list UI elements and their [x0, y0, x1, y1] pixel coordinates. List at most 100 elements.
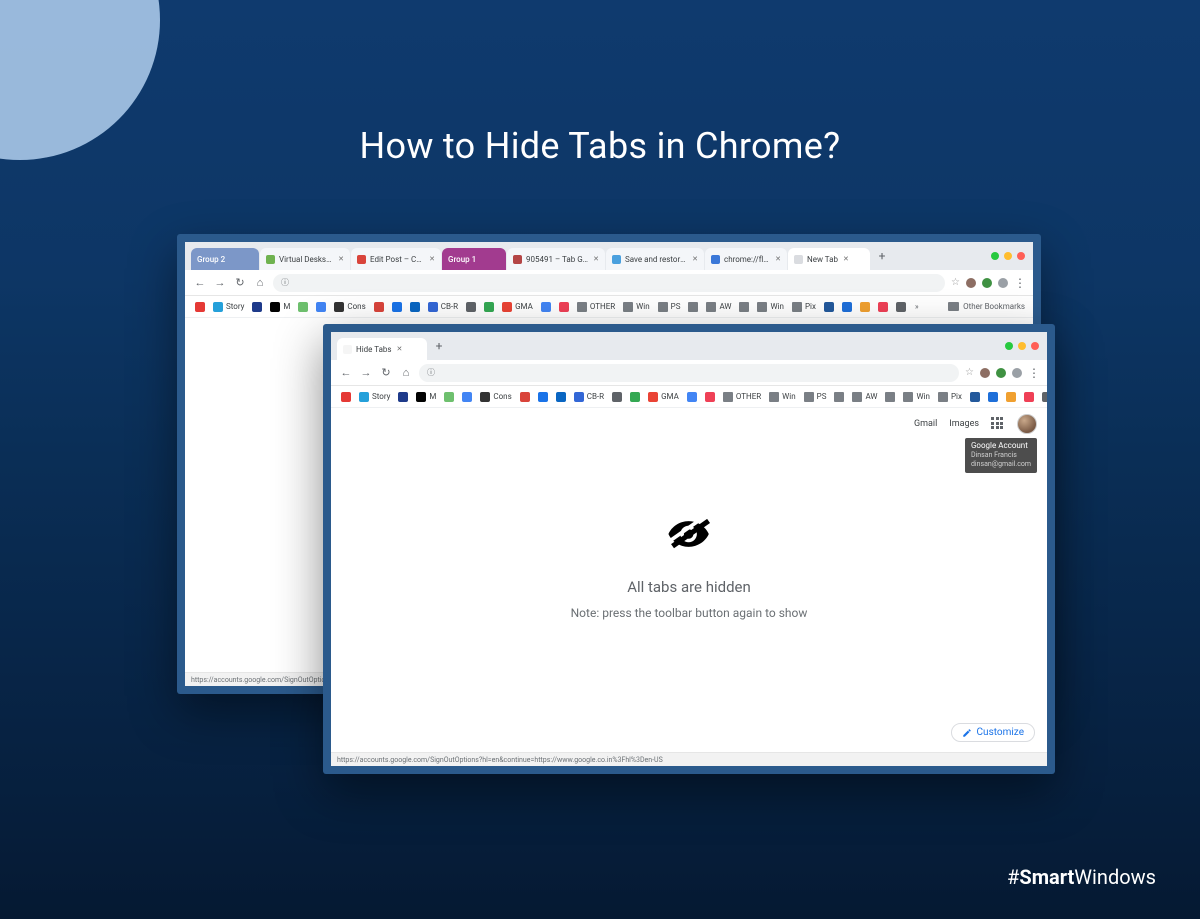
bookmark-item[interactable]: M [268, 302, 292, 312]
bookmark-item[interactable] [536, 392, 550, 402]
omnibox[interactable]: ⓘ [273, 274, 945, 292]
tab-group[interactable]: Group 2 [191, 248, 259, 270]
new-tab-button[interactable] [428, 335, 450, 357]
bookmark-item[interactable]: PS [802, 392, 829, 402]
browser-tab[interactable]: Virtual Desks: Add✕ [260, 248, 350, 270]
bookmark-item[interactable] [822, 302, 836, 312]
close-window-button[interactable] [1017, 252, 1025, 260]
chrome-menu-button[interactable]: ⋮ [1028, 366, 1039, 380]
bookmark-item[interactable] [685, 392, 699, 402]
bookmark-item[interactable] [372, 302, 386, 312]
other-bookmarks-button[interactable]: Other Bookmarks [948, 302, 1025, 311]
images-link[interactable]: Images [949, 419, 979, 429]
bookmark-item[interactable] [539, 302, 553, 312]
bookmark-item[interactable] [737, 302, 751, 312]
bookmark-item[interactable]: M [414, 392, 438, 402]
tab-group[interactable]: Group 1 [442, 248, 506, 270]
bookmark-item[interactable] [876, 302, 890, 312]
bookmark-item[interactable] [339, 392, 353, 402]
minimize-button[interactable] [1004, 252, 1012, 260]
bookmark-star-button[interactable]: ☆ [965, 367, 974, 378]
bookmark-item[interactable]: PS [656, 302, 683, 312]
bookmark-item[interactable]: AW [850, 392, 879, 402]
google-apps-button[interactable] [991, 417, 1005, 431]
close-tab-button[interactable]: ✕ [692, 255, 698, 263]
bookmark-item[interactable]: OTHER [575, 302, 617, 312]
close-window-button[interactable] [1031, 342, 1039, 350]
omnibox[interactable]: ⓘ [419, 364, 959, 382]
bookmark-item[interactable]: Pix [790, 302, 818, 312]
bookmark-item[interactable] [1022, 392, 1036, 402]
bookmark-item[interactable]: CB-R [572, 392, 606, 402]
bookmark-item[interactable] [314, 302, 328, 312]
bookmark-item[interactable] [296, 302, 310, 312]
bookmark-item[interactable] [703, 392, 717, 402]
back-button[interactable]: ← [339, 366, 353, 380]
bookmark-item[interactable] [390, 302, 404, 312]
browser-tab[interactable]: chrome://flags✕ [705, 248, 787, 270]
bookmark-item[interactable] [968, 392, 982, 402]
bookmark-item[interactable]: Win [767, 392, 797, 402]
reload-button[interactable]: ↻ [379, 366, 393, 380]
extension-icon[interactable] [966, 278, 976, 288]
bookmark-item[interactable] [396, 392, 410, 402]
close-tab-button[interactable]: ✕ [593, 255, 599, 263]
bookmark-item[interactable]: CB-R [426, 302, 460, 312]
bookmark-item[interactable]: Story [357, 392, 392, 402]
account-avatar[interactable] [1017, 414, 1037, 434]
extension-icon[interactable] [982, 278, 992, 288]
browser-tab[interactable]: Hide Tabs✕ [337, 338, 427, 360]
bookmark-star-button[interactable]: ☆ [951, 277, 960, 288]
customize-button[interactable]: Customize [951, 723, 1035, 742]
bookmark-item[interactable]: Cons [332, 302, 367, 312]
home-button[interactable]: ⌂ [253, 276, 267, 290]
extension-icon[interactable] [996, 368, 1006, 378]
bookmark-item[interactable] [482, 302, 496, 312]
maximize-button[interactable] [991, 252, 999, 260]
extension-icon[interactable] [980, 368, 990, 378]
bookmark-item[interactable] [460, 392, 474, 402]
home-button[interactable]: ⌂ [399, 366, 413, 380]
gmail-link[interactable]: Gmail [914, 419, 937, 429]
bookmark-item[interactable] [883, 392, 897, 402]
bookmark-item[interactable] [986, 392, 1000, 402]
bookmark-item[interactable]: Story [211, 302, 246, 312]
bookmark-item[interactable] [557, 302, 571, 312]
back-button[interactable]: ← [193, 276, 207, 290]
bookmark-item[interactable] [193, 302, 207, 312]
chrome-menu-button[interactable]: ⋮ [1014, 276, 1025, 290]
reload-button[interactable]: ↻ [233, 276, 247, 290]
bookmark-item[interactable] [610, 392, 624, 402]
profile-avatar-small[interactable] [998, 278, 1008, 288]
close-tab-button[interactable]: ✕ [843, 255, 849, 263]
bookmark-item[interactable] [1004, 392, 1018, 402]
forward-button[interactable]: → [359, 366, 373, 380]
bookmark-item[interactable] [464, 302, 478, 312]
profile-avatar-small[interactable] [1012, 368, 1022, 378]
browser-tab[interactable]: 905491 – Tab Gro…✕ [507, 248, 605, 270]
forward-button[interactable]: → [213, 276, 227, 290]
bookmark-item[interactable]: OTHER [721, 392, 763, 402]
bookmark-item[interactable] [1040, 392, 1047, 402]
close-tab-button[interactable]: ✕ [429, 255, 435, 263]
close-tab-button[interactable]: ✕ [338, 255, 344, 263]
new-tab-button[interactable] [871, 245, 893, 267]
bookmark-item[interactable] [442, 392, 456, 402]
bookmark-item[interactable] [408, 302, 422, 312]
bookmark-item[interactable]: Win [621, 302, 651, 312]
close-tab-button[interactable]: ✕ [397, 345, 403, 353]
bookmark-item[interactable] [686, 302, 700, 312]
browser-tab[interactable]: Edit Post – Chrom✕ [351, 248, 441, 270]
bookmark-item[interactable] [250, 302, 264, 312]
bookmark-item[interactable] [518, 392, 532, 402]
bookmarks-overflow-button[interactable]: » [915, 302, 919, 311]
bookmark-item[interactable]: GMA [646, 392, 681, 402]
bookmark-item[interactable] [628, 392, 642, 402]
bookmark-item[interactable] [894, 302, 908, 312]
bookmark-item[interactable]: AW [704, 302, 733, 312]
bookmark-item[interactable]: Pix [936, 392, 964, 402]
bookmark-item[interactable] [840, 302, 854, 312]
bookmark-item[interactable] [858, 302, 872, 312]
bookmark-item[interactable] [554, 392, 568, 402]
bookmark-item[interactable]: Cons [478, 392, 513, 402]
